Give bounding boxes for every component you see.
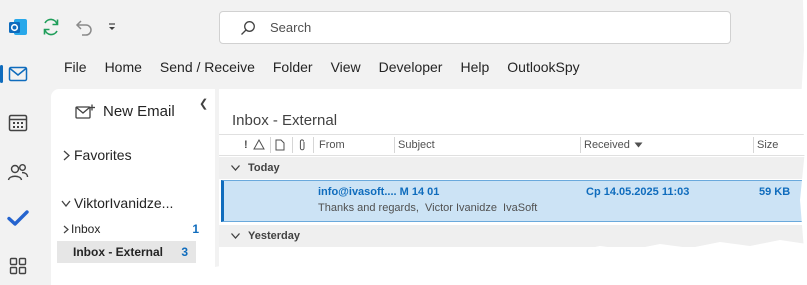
torn-edge	[210, 0, 807, 285]
outlook-window: Search File Home Send / Receive Folder V…	[0, 0, 807, 285]
